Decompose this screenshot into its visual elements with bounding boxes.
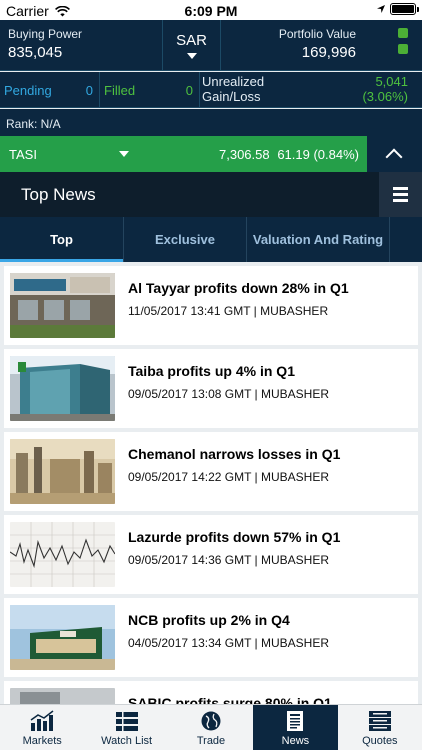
portfolio-value-amount: 169,996 xyxy=(301,44,356,61)
currency-selector[interactable]: SAR xyxy=(163,20,221,71)
page-title: Top News xyxy=(21,185,96,204)
bottom-nav: Markets Watch List Trade News Quotes xyxy=(0,704,422,750)
news-meta: 09/05/2017 13:08 GMT | MUBASHER xyxy=(128,387,329,401)
news-item[interactable]: Lazurde profits down 57% in Q1 09/05/201… xyxy=(4,515,418,594)
nav-label: News xyxy=(281,735,310,747)
connection-indicators xyxy=(398,28,408,54)
news-thumbnail xyxy=(10,356,115,421)
portfolio-value: Portfolio Value 169,996 xyxy=(221,20,388,71)
news-thumbnail xyxy=(10,522,115,587)
filled-orders[interactable]: Filled 0 xyxy=(100,72,200,108)
buying-power-label: Buying Power xyxy=(8,27,83,41)
news-item[interactable]: Chemanol narrows losses in Q1 09/05/2017… xyxy=(4,432,418,511)
nav-label: Quotes xyxy=(362,735,398,747)
news-header: Top News xyxy=(0,172,422,217)
nav-label: Markets xyxy=(22,735,62,747)
pending-label: Pending xyxy=(4,82,52,98)
news-meta: 09/05/2017 14:36 GMT | MUBASHER xyxy=(128,553,329,567)
markets-icon xyxy=(30,710,54,731)
orders-row: Pending 0 Filled 0 Unrealized Gain/Loss … xyxy=(0,72,422,108)
caret-down-icon xyxy=(186,53,197,59)
currency-label: SAR xyxy=(176,32,207,49)
price-connection-indicator xyxy=(398,28,408,38)
news-thumbnail xyxy=(10,605,115,670)
news-thumbnail xyxy=(10,688,115,704)
buying-power: Buying Power 835,045 xyxy=(0,20,163,71)
nav-news[interactable]: News xyxy=(253,705,338,750)
trade-icon xyxy=(201,711,221,731)
news-thumbnail xyxy=(10,273,115,338)
status-bar: Carrier 6:09 PM xyxy=(0,0,422,20)
hamburger-icon-bar xyxy=(393,199,408,202)
battery-icon xyxy=(390,3,419,15)
news-meta: 09/05/2017 14:22 GMT | MUBASHER xyxy=(128,470,329,484)
filled-count: 0 xyxy=(185,82,193,98)
status-time: 6:09 PM xyxy=(184,3,238,19)
news-item[interactable]: Al Tayyar profits down 28% in Q1 11/05/2… xyxy=(4,266,418,345)
tab-top[interactable]: Top xyxy=(0,217,124,262)
pending-count: 0 xyxy=(85,82,93,98)
news-meta: 11/05/2017 13:41 GMT | MUBASHER xyxy=(128,304,329,318)
index-dropdown-icon[interactable] xyxy=(119,151,129,157)
nav-markets[interactable]: Markets xyxy=(0,705,84,750)
nav-label: Watch List xyxy=(101,735,153,747)
filled-label: Filled xyxy=(104,82,136,98)
collapse-button[interactable] xyxy=(367,136,422,172)
news-thumbnail xyxy=(10,439,115,504)
index-ticker[interactable]: TASI 7,306.58 61.19 (0.84%) xyxy=(0,136,367,172)
index-value: 7,306.58 xyxy=(219,147,270,162)
watchlist-icon xyxy=(115,712,138,731)
news-meta: 04/05/2017 13:34 GMT | MUBASHER xyxy=(128,636,329,650)
unrealized-percent: (3.06%) xyxy=(362,89,408,104)
news-headline: NCB profits up 2% in Q4 xyxy=(128,612,290,628)
news-headline: Taiba profits up 4% in Q1 xyxy=(128,363,295,379)
tab-valuation-and-rating[interactable]: Valuation And Rating xyxy=(247,217,390,262)
location-icon xyxy=(377,5,385,13)
menu-button[interactable] xyxy=(379,172,422,217)
account-summary: Buying Power 835,045 SAR Portfolio Value… xyxy=(0,20,422,71)
nav-trade[interactable]: Trade xyxy=(169,705,253,750)
nav-label: Trade xyxy=(196,735,226,747)
news-item[interactable]: NCB profits up 2% in Q4 04/05/2017 13:34… xyxy=(4,598,418,677)
tab-exclusive[interactable]: Exclusive xyxy=(124,217,247,262)
news-item[interactable]: Taiba profits up 4% in Q1 09/05/2017 13:… xyxy=(4,349,418,428)
chevron-up-icon xyxy=(385,148,403,166)
news-headline: SABIC profits surge 80% in Q1 xyxy=(128,695,332,704)
index-change: 61.19 (0.84%) xyxy=(277,147,359,162)
buying-power-value: 835,045 xyxy=(8,44,63,61)
news-tabs: Top Exclusive Valuation And Rating xyxy=(0,217,422,262)
trade-connection-indicator xyxy=(398,44,408,54)
news-headline: Al Tayyar profits down 28% in Q1 xyxy=(128,280,349,296)
unrealized-value: 5,041 xyxy=(375,74,408,89)
news-headline: Chemanol narrows losses in Q1 xyxy=(128,446,341,462)
quotes-icon xyxy=(368,711,391,731)
rank-label: Rank: N/A xyxy=(0,109,422,136)
nav-quotes[interactable]: Quotes xyxy=(338,705,422,750)
hamburger-icon-bar xyxy=(393,193,408,196)
hamburger-icon xyxy=(393,187,408,190)
news-list[interactable]: Al Tayyar profits down 28% in Q1 11/05/2… xyxy=(0,262,422,704)
portfolio-value-label: Portfolio Value xyxy=(278,27,356,41)
index-name: TASI xyxy=(9,147,37,162)
nav-watch-list[interactable]: Watch List xyxy=(84,705,168,750)
news-item[interactable]: SABIC profits surge 80% in Q1 xyxy=(4,681,418,704)
unrealized-gain-loss: Unrealized Gain/Loss 5,041 (3.06%) xyxy=(200,74,422,108)
news-headline: Lazurde profits down 57% in Q1 xyxy=(128,529,341,545)
news-icon xyxy=(287,711,304,731)
pending-orders[interactable]: Pending 0 xyxy=(0,72,100,108)
